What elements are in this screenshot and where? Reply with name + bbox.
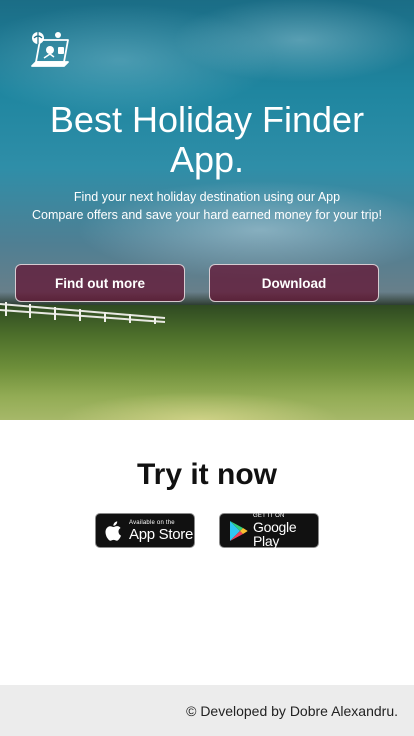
download-button[interactable]: Download: [209, 264, 379, 302]
apple-icon: [105, 520, 121, 541]
app-store-small-label: Available on the: [129, 519, 175, 526]
footer-credit-text: © Developed by Dobre Alexandru.: [186, 702, 398, 719]
try-it-now-heading: Try it now: [136, 458, 277, 491]
google-play-text: GET IT ON Google Play: [253, 513, 318, 548]
laptop-travel-icon[interactable]: [28, 28, 72, 70]
google-play-big-label: Google Play: [253, 519, 297, 549]
google-play-badge[interactable]: GET IT ON Google Play: [219, 513, 319, 548]
hero-subtitle-line1: Find your next holiday destination using…: [73, 190, 341, 204]
app-store-badge[interactable]: Available on the App Store: [95, 513, 195, 548]
hero-section: Best Holiday Finder App. Find your next …: [0, 0, 414, 420]
hero-subtitle-line2: Compare offers and save your hard earned…: [32, 208, 382, 222]
hero-title: Best Holiday Finder App.: [49, 99, 365, 180]
google-play-icon: [230, 520, 248, 541]
find-out-more-button[interactable]: Find out more: [15, 264, 185, 302]
app-store-text: Available on the App Store: [129, 520, 193, 542]
hero-subtitle: Find your next holiday destination using…: [0, 188, 414, 224]
fence-graphic: [0, 302, 166, 324]
app-store-big-label: App Store: [129, 525, 194, 543]
footer: © Developed by Dobre Alexandru.: [0, 685, 414, 736]
